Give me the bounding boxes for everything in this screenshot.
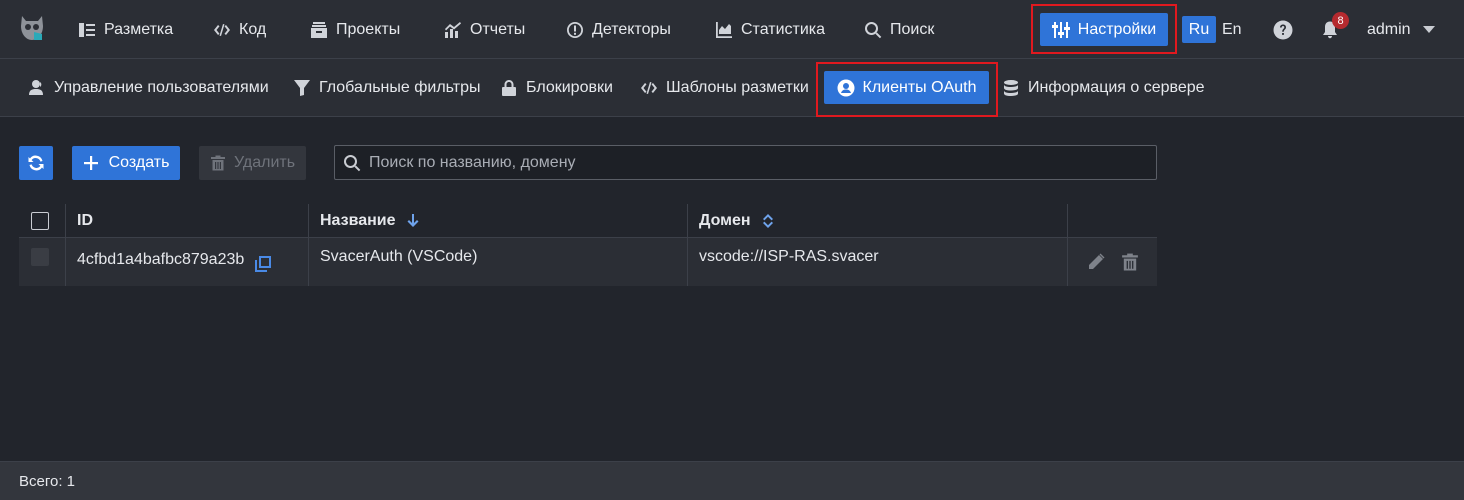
column-divider [1067,204,1068,237]
table-row[interactable]: 4cfbd1a4bafbc879a23b SvacerAuth (VSCode)… [19,238,1157,286]
create-button[interactable]: Создать [72,146,180,180]
row-checkbox[interactable] [31,248,49,266]
header-id-label: ID [77,211,93,229]
settings-button[interactable]: Настройки [1040,13,1168,46]
header-domain[interactable]: Домен [687,204,1067,237]
chevron-down-icon [1422,25,1435,33]
client-id: 4cfbd1a4bafbc879a23b [77,251,245,268]
delete-label: Удалить [233,154,296,171]
table-footer: Всего: 1 [0,461,1464,500]
app-logo-icon[interactable] [16,12,48,44]
header-name-label: Название [320,211,396,229]
cell-name: SvacerAuth (VSCode) [308,238,687,286]
help-icon[interactable] [1273,20,1293,40]
user-circle-icon [837,79,855,96]
header-id[interactable]: ID [65,204,308,237]
oauth-clients-table: ID Название Домен 4cfbd1a4bafbc879a23b S… [19,204,1157,286]
total-count: Всего: 1 [19,472,76,490]
nav-search-label: Поиск [890,20,935,38]
search-icon [865,21,882,38]
search-box [334,145,1157,180]
nav-code[interactable]: Код [213,0,266,59]
subnav-oauth-clients-label: Клиенты OAuth [862,78,977,96]
nav-code-label: Код [239,20,267,38]
create-label: Создать [108,154,170,171]
database-icon [1004,80,1018,96]
user-name: admin [1367,20,1411,38]
projects-icon [311,21,327,38]
subnav-markup-templates-label: Шаблоны разметки [666,79,809,96]
nav-reports-label: Отчеты [470,20,526,38]
row-select-cell [19,238,65,286]
markup-icon [79,22,95,37]
subnav-global-filters[interactable]: Глобальные фильтры [293,59,480,117]
sort-icon [762,213,773,228]
trash-icon[interactable] [1121,253,1139,271]
subnav-oauth-clients[interactable]: Клиенты OAuth [824,71,989,104]
detectors-icon [567,21,583,38]
subnav-users-label: Управление пользователями [54,79,269,96]
trash-icon [210,155,225,171]
header-name[interactable]: Название [308,204,687,237]
sort-desc-icon [407,213,419,227]
plus-icon [83,156,98,170]
users-icon [29,80,43,95]
nav-statistics-label: Статистика [741,20,826,38]
settings-label: Настройки [1077,20,1157,38]
subnav-locks[interactable]: Блокировки [500,59,613,117]
refresh-icon [28,155,44,171]
subnav-users[interactable]: Управление пользователями [28,59,269,117]
select-all-checkbox[interactable] [31,211,49,230]
copy-icon[interactable] [254,255,272,273]
user-menu[interactable]: admin [1367,0,1435,59]
header-domain-label: Домен [699,211,751,229]
filter-icon [294,80,310,96]
sliders-icon [1051,21,1070,38]
settings-subnav: Управление пользователями Глобальные фил… [0,59,1464,117]
subnav-markup-templates[interactable]: Шаблоны разметки [640,59,809,117]
delete-button[interactable]: Удалить [199,146,306,180]
reports-icon [445,21,461,38]
nav-projects-label: Проекты [336,20,401,38]
cell-actions [1067,238,1157,286]
nav-markup-label: Разметка [104,20,174,38]
search-icon [344,154,361,171]
lock-icon [502,80,516,96]
refresh-button[interactable] [19,146,53,180]
nav-detectors[interactable]: Детекторы [566,0,671,59]
lang-en-button[interactable]: En [1222,16,1242,43]
subnav-locks-label: Блокировки [526,79,613,96]
edit-icon[interactable] [1087,253,1105,271]
search-input[interactable] [369,153,1156,172]
top-navbar: Разметка Код Проекты Отчеты Детекторы Ст… [0,0,1464,59]
client-name: SvacerAuth (VSCode) [320,248,478,265]
cell-domain: vscode://ISP-RAS.svacer [687,238,1067,286]
nav-markup[interactable]: Разметка [78,0,173,59]
code-icon [641,82,657,94]
statistics-icon [716,21,732,38]
header-select-cell [19,204,65,237]
subnav-server-info-label: Информация о сервере [1028,79,1205,96]
lang-ru-button[interactable]: Ru [1182,16,1216,43]
code-icon [214,23,230,36]
nav-statistics[interactable]: Статистика [715,0,825,59]
nav-search[interactable]: Поиск [864,0,934,59]
nav-detectors-label: Детекторы [592,20,671,38]
nav-projects[interactable]: Проекты [310,0,400,59]
subnav-server-info[interactable]: Информация о сервере [1002,59,1205,117]
client-domain: vscode://ISP-RAS.svacer [699,248,879,265]
cell-id: 4cfbd1a4bafbc879a23b [65,238,308,286]
nav-reports[interactable]: Отчеты [444,0,525,59]
notification-badge: 8 [1332,12,1349,29]
table-header: ID Название Домен [19,204,1157,238]
subnav-global-filters-label: Глобальные фильтры [319,79,481,96]
